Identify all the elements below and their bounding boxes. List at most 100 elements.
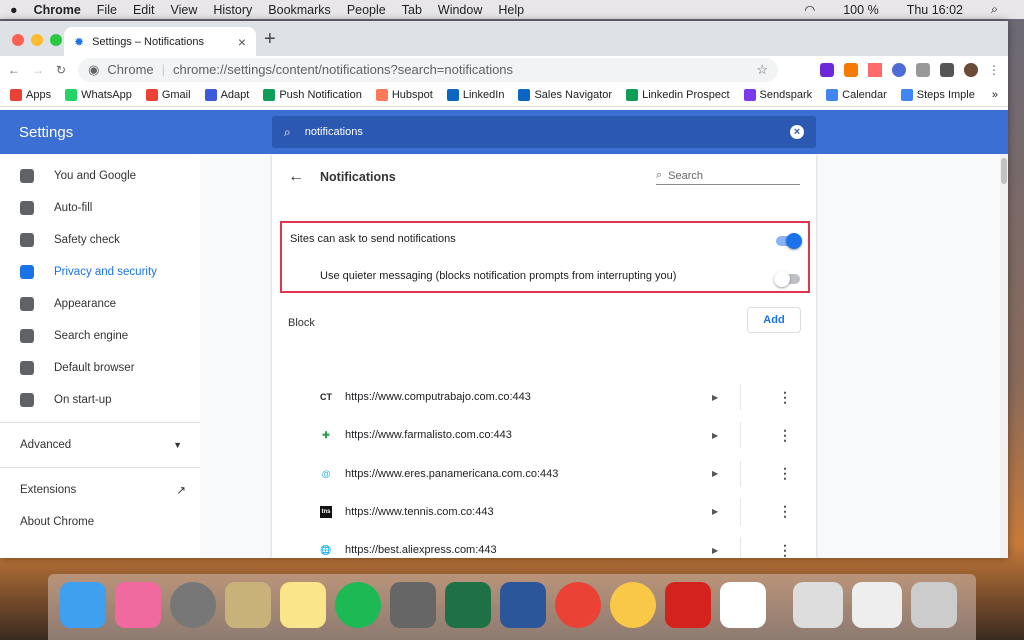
bookmark-gmail[interactable]: Gmail xyxy=(145,88,191,101)
extension-icon[interactable] xyxy=(916,62,930,77)
bookmark-linkedin[interactable]: LinkedIn xyxy=(446,88,504,101)
sidebar-item-on-start-up[interactable]: On start-up xyxy=(0,384,200,416)
sidebar-item-safety-check[interactable]: Safety check xyxy=(0,224,200,256)
menu-edit[interactable]: Edit xyxy=(133,3,155,17)
bookmark-apps[interactable]: Apps xyxy=(10,88,51,101)
menu-kebab-icon[interactable]: ⋮ xyxy=(988,63,1000,77)
bookmark-sendspark[interactable]: Sendspark xyxy=(743,88,812,101)
menu-app[interactable]: Chrome xyxy=(34,3,81,17)
chrome-chip-icon: ◉ xyxy=(88,61,100,77)
spotlight-icon[interactable]: ⌕ xyxy=(991,2,998,17)
menu-help[interactable]: Help xyxy=(498,3,524,17)
blocked-site-row[interactable]: tns https://www.tennis.com.co:443 ▶ ⋮ xyxy=(272,493,816,531)
extension-icon[interactable] xyxy=(844,62,858,77)
sidebar-item-auto-fill[interactable]: Auto-fill xyxy=(0,192,200,224)
acrobat-icon[interactable] xyxy=(665,582,711,628)
slack-icon[interactable] xyxy=(720,582,766,628)
bookmarks-overflow-icon[interactable]: » xyxy=(992,89,998,101)
mail-icon[interactable] xyxy=(225,582,271,628)
minimized-window[interactable] xyxy=(852,582,902,628)
excel-icon[interactable] xyxy=(445,582,491,628)
menu-bookmarks[interactable]: Bookmarks xyxy=(268,3,331,17)
clear-search-icon[interactable]: × xyxy=(790,125,804,139)
close-window-button[interactable] xyxy=(12,34,24,46)
extension-icon[interactable] xyxy=(892,62,906,77)
menu-people[interactable]: People xyxy=(347,3,386,17)
sidebar-item-appearance[interactable]: Appearance xyxy=(0,288,200,320)
minimized-window[interactable] xyxy=(793,582,843,628)
chrome-canary-icon[interactable] xyxy=(610,582,656,628)
add-button[interactable]: Add xyxy=(747,307,801,333)
trash-icon[interactable] xyxy=(911,582,957,628)
chrome-icon[interactable] xyxy=(555,582,601,628)
bookmark-steps-imple[interactable]: Steps Imple xyxy=(900,88,975,101)
back-arrow-icon[interactable]: ← xyxy=(288,168,304,186)
menu-file[interactable]: File xyxy=(97,3,117,17)
star-icon[interactable]: ☆ xyxy=(756,62,768,78)
caret-right-icon[interactable]: ▶ xyxy=(712,393,718,402)
more-actions-icon[interactable]: ⋮ xyxy=(778,389,792,406)
address-bar[interactable]: ◉ Chrome | chrome://settings/content/not… xyxy=(78,57,779,82)
blocked-site-row[interactable]: @ https://www.eres.panamericana.com.co:44… xyxy=(272,455,816,493)
profile-avatar[interactable] xyxy=(964,62,978,77)
close-tab-icon[interactable]: × xyxy=(238,34,246,50)
menu-window[interactable]: Window xyxy=(438,3,482,17)
reload-icon[interactable]: ↻ xyxy=(56,63,66,77)
more-actions-icon[interactable]: ⋮ xyxy=(778,465,792,482)
settings-search-input[interactable]: ⌕ notifications × xyxy=(272,116,816,148)
extension-icon[interactable] xyxy=(868,62,882,77)
sidebar-advanced[interactable]: Advanced ▼ xyxy=(0,429,200,461)
sidebar-item-default-browser[interactable]: Default browser xyxy=(0,352,200,384)
bookmark-whatsapp[interactable]: WhatsApp xyxy=(65,88,132,101)
finder-icon[interactable] xyxy=(60,582,106,628)
more-actions-icon[interactable]: ⋮ xyxy=(778,427,792,444)
sendspark-extension-icon[interactable] xyxy=(820,62,834,77)
caret-right-icon[interactable]: ▶ xyxy=(712,431,718,440)
blocked-site-row[interactable]: ✚ https://www.farmalisto.com.co:443 ▶ ⋮ xyxy=(272,416,816,454)
blocked-site-row[interactable]: 🌐 https://best.aliexpress.com:443 ▶ ⋮ xyxy=(272,531,816,558)
sidebar-extensions[interactable]: Extensions ↗ xyxy=(0,474,200,506)
caret-right-icon[interactable]: ▶ xyxy=(712,469,718,478)
sidebar-about-chrome[interactable]: About Chrome xyxy=(0,506,200,538)
forward-icon[interactable]: → xyxy=(32,63,44,77)
scrollbar[interactable] xyxy=(1000,154,1008,558)
spotify-icon[interactable] xyxy=(335,582,381,628)
caret-right-icon[interactable]: ▶ xyxy=(712,507,718,516)
more-actions-icon[interactable]: ⋮ xyxy=(778,542,792,558)
battery-status[interactable]: 100 % xyxy=(843,3,878,17)
notes-icon[interactable] xyxy=(280,582,326,628)
page-search-input[interactable]: ⌕ Search xyxy=(656,169,800,185)
new-tab-button[interactable]: + xyxy=(264,28,276,51)
back-icon[interactable]: ← xyxy=(8,63,20,77)
menu-history[interactable]: History xyxy=(213,3,252,17)
sites-can-ask-toggle[interactable] xyxy=(776,233,802,249)
caret-right-icon[interactable]: ▶ xyxy=(712,546,718,555)
bookmark-favicon-icon xyxy=(204,88,217,101)
cleanmymac-icon[interactable] xyxy=(115,582,161,628)
blocked-site-row[interactable]: CT https://www.computrabajo.com.co:443 ▶ ⋮ xyxy=(272,378,816,416)
bookmark-hubspot[interactable]: Hubspot xyxy=(375,88,433,101)
sidebar-item-you-and-google[interactable]: You and Google xyxy=(0,160,200,192)
bookmark-adapt[interactable]: Adapt xyxy=(204,88,249,101)
apple-icon[interactable]: ● xyxy=(10,3,18,17)
tab-settings-notifications[interactable]: ✹ Settings – Notifications × xyxy=(64,27,256,56)
bookmark-sales-navigator[interactable]: Sales Navigator xyxy=(518,88,612,101)
more-actions-icon[interactable]: ⋮ xyxy=(778,503,792,520)
bookmark-calendar[interactable]: Calendar xyxy=(826,88,887,101)
puzzle-extensions-icon[interactable] xyxy=(940,62,954,77)
zoom-window-button[interactable] xyxy=(50,34,62,46)
menu-view[interactable]: View xyxy=(171,3,198,17)
site-url: https://www.eres.panamericana.com.co:443 xyxy=(345,467,559,480)
sidebar-item-privacy-and-security[interactable]: Privacy and security xyxy=(0,256,200,288)
quieter-messaging-toggle[interactable] xyxy=(774,271,800,287)
word-icon[interactable] xyxy=(500,582,546,628)
launchpad-icon[interactable] xyxy=(170,582,216,628)
bookmark-linkedin-prospect[interactable]: Linkedin Prospect xyxy=(626,88,730,101)
system-preferences-icon[interactable] xyxy=(390,582,436,628)
sidebar-item-search-engine[interactable]: Search engine xyxy=(0,320,200,352)
wifi-icon[interactable]: ◠ xyxy=(804,2,815,17)
minimize-window-button[interactable] xyxy=(31,34,43,46)
menu-tab[interactable]: Tab xyxy=(402,3,422,17)
bookmark-push-notification[interactable]: Push Notification xyxy=(263,88,362,101)
clock[interactable]: Thu 16:02 xyxy=(907,3,963,17)
